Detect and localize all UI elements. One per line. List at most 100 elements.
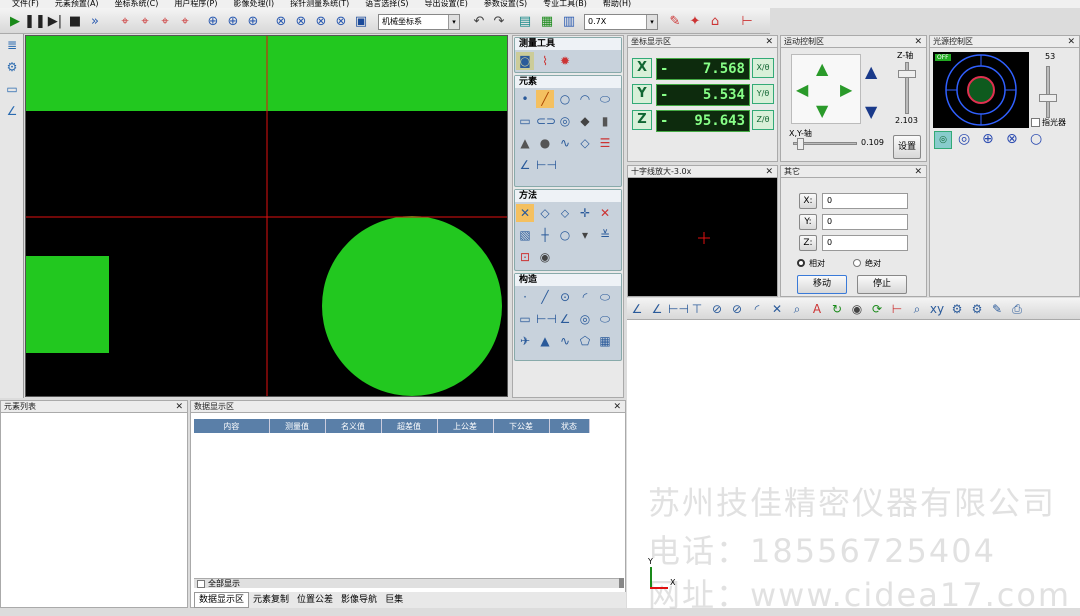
indicator-checkbox[interactable] [1031,118,1040,127]
xy-tool-icon[interactable]: xy [928,300,946,318]
move-button[interactable]: 移动 [797,275,847,294]
cone-element-icon[interactable]: ▲ [516,134,534,152]
arrow-right-icon[interactable]: ▶ [840,80,852,99]
undo-icon[interactable]: ↶ [470,12,488,30]
tab-macro[interactable]: 巨集 [381,593,407,607]
z-coord-field[interactable]: 0 [822,235,908,251]
column-header[interactable]: 名义值 [325,419,382,433]
probe-icon[interactable]: ✎ [666,12,684,30]
target-method-icon[interactable]: ◉ [536,248,554,266]
axis-icon[interactable]: ⊕ [204,12,222,30]
circle-method-icon[interactable]: ○ [556,226,574,244]
rotate-tool-icon[interactable]: ↻ [828,300,846,318]
paint-tool-icon[interactable]: ✎ [988,300,1006,318]
height-tool-icon[interactable]: ⊤ [688,300,706,318]
tab-position-tolerance[interactable]: 位置公差 [293,593,337,607]
calculator-icon[interactable]: ▦ [596,332,614,350]
coordinate-axes-icon[interactable]: ⊢ [738,12,756,30]
width-element-icon[interactable]: ⊢⊣ [536,156,557,174]
stop-button[interactable]: 停止 [857,275,907,294]
settings-button[interactable]: 设置 [893,135,921,159]
close-icon[interactable]: ✕ [914,36,922,48]
point-probe-3-icon[interactable]: ⌖ [156,12,174,30]
column-header[interactable]: 状态 [549,419,590,433]
construct-width-icon[interactable]: ⊢⊣ [536,310,557,328]
diameter-tool-icon[interactable]: ⊘ [708,300,726,318]
remove-method-icon[interactable]: ✕ [596,204,614,222]
cross-tool-icon[interactable]: ✕ [768,300,786,318]
origin-icon[interactable]: ⊗ [272,12,290,30]
x-coord-button[interactable]: X: [799,193,817,209]
laser-icon[interactable]: ✦ [686,12,704,30]
tab-element-copy[interactable]: 元素复制 [249,593,293,607]
box-method-icon[interactable]: ▧ [516,226,534,244]
menu-item[interactable]: 帮助(H) [603,0,631,8]
origin-2-icon[interactable]: ⊗ [292,12,310,30]
ring-element-icon[interactable]: ◎ [556,112,574,130]
close-icon[interactable]: ✕ [1067,36,1075,48]
close-icon[interactable]: ✕ [914,166,922,178]
angle-icon[interactable]: ∠ [2,104,22,122]
construct-curve-icon[interactable]: ∿ [556,332,574,350]
play-icon[interactable]: ▶ [6,12,24,30]
x-coord-field[interactable]: 0 [822,193,908,209]
absolute-radio[interactable] [853,259,861,267]
probe-method-icon[interactable]: ▾ [576,226,594,244]
construct-circle-icon[interactable]: ⊙ [556,288,574,306]
origin-3-icon[interactable]: ⊗ [312,12,330,30]
settings-tool-icon[interactable]: ⚙ [968,300,986,318]
construct-angle-icon[interactable]: ∠ [556,310,574,328]
crosshair-method-icon[interactable]: ┼ [536,226,554,244]
construct-plane-icon[interactable]: ✈ [516,332,534,350]
close-icon[interactable]: ✕ [765,36,773,48]
menu-item[interactable]: 元素预置(A) [55,0,99,8]
construct-ellipse-icon[interactable]: ⬭ [596,288,614,306]
refresh-tool-icon[interactable]: ⟳ [868,300,886,318]
stack-icon[interactable]: ≣ [2,38,22,56]
z-down-icon[interactable]: ▼ [865,102,877,121]
zoom-tool-icon[interactable]: ⌕ [908,300,926,318]
construct-rect-icon[interactable]: ▭ [516,310,534,328]
menu-item[interactable]: 导出设置(E) [425,0,468,8]
rectangle-element-icon[interactable]: ▭ [516,112,534,130]
angle-element-icon[interactable]: ∠ [516,156,534,174]
close-icon[interactable]: ✕ [175,401,183,413]
column-header[interactable]: 下公差 [493,419,550,433]
z-unit-button[interactable]: Z/θ [752,110,774,130]
z-coord-button[interactable]: Z: [799,235,817,251]
axis-tool-icon[interactable]: ⊢ [888,300,906,318]
x-unit-button[interactable]: X/θ [752,58,774,78]
light-mode-sector-icon[interactable]: ⊗ [1006,131,1018,147]
menu-item[interactable]: 影像处理(I) [233,0,274,8]
coord-system-select[interactable]: 机械坐标系 ▾ [378,14,460,30]
angle-tool-2-icon[interactable]: ∠ [648,300,666,318]
report-icon[interactable]: ▥ [560,12,578,30]
construct-arc-icon[interactable]: ◜ [576,288,594,306]
z-axis-button[interactable]: Z [632,110,652,130]
diamond-element-icon[interactable]: ◆ [576,112,594,130]
close-icon[interactable]: ✕ [765,166,773,178]
camera-tool-icon[interactable]: ◙ [516,52,534,70]
auto-edge-icon[interactable]: ✕ [516,204,534,222]
point-element-icon[interactable]: • [516,90,534,108]
light-mode-ring-icon[interactable]: ◎ [934,131,952,149]
arrow-left-icon[interactable]: ◀ [796,80,808,99]
zoom-select[interactable]: 0.7X ▾ [584,14,658,30]
diameter-tool-2-icon[interactable]: ⊘ [728,300,746,318]
zoom-fit-icon[interactable]: ⌕ [788,300,806,318]
point-probe-icon[interactable]: ⌖ [116,12,134,30]
menu-item[interactable]: 语言选择(S) [365,0,408,8]
focus-method-icon[interactable]: ≚ [596,226,614,244]
cross-method-icon[interactable]: ✛ [576,204,594,222]
print-tool-icon[interactable]: ⎙ [1008,300,1026,318]
column-header[interactable]: 超差值 [381,419,438,433]
construct-line-icon[interactable]: ╱ [536,288,554,306]
construct-cone-icon[interactable]: ▲ [536,332,554,350]
circle-element-icon[interactable]: ○ [556,90,574,108]
arrow-up-icon[interactable]: ▲ [816,59,828,78]
menu-item[interactable]: 文件(F) [12,0,39,8]
probe-tool-icon[interactable]: ⌇ [536,52,554,70]
gear-icon[interactable]: ⚙ [2,60,22,78]
column-header[interactable]: 内容 [194,419,270,433]
menu-item[interactable]: 探针测量系统(T) [290,0,349,8]
